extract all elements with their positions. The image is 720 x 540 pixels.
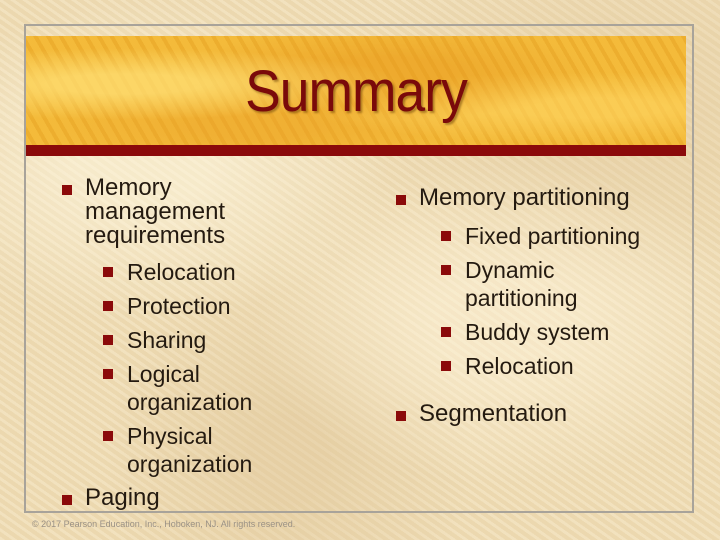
square-bullet-icon xyxy=(103,369,113,379)
sublist-item-label: Fixed partitioning xyxy=(465,223,641,249)
sublist-item: Fixed partitioning xyxy=(438,222,692,250)
sublist-memory-partitioning: Fixed partitioning Dynamic partitioning … xyxy=(438,222,692,380)
sublist-item-label: Protection xyxy=(127,293,231,319)
square-bullet-icon xyxy=(441,265,451,275)
copyright-footer: © 2017 Pearson Education, Inc., Hoboken,… xyxy=(32,519,296,529)
square-bullet-icon xyxy=(62,495,72,505)
sublist-item-label: Buddy system xyxy=(465,319,610,345)
sublist-item-label: Logical organization xyxy=(127,361,253,415)
list-item-label: Memory management requirements xyxy=(85,174,226,249)
sublist-item-label: Relocation xyxy=(127,259,236,285)
slide-title: Summary xyxy=(245,59,468,124)
sublist-item-label: Physical organization xyxy=(127,423,253,477)
sublist-item: Dynamic partitioning xyxy=(438,256,692,312)
list-item-label: Segmentation xyxy=(419,400,568,427)
list-item-segmentation: Segmentation xyxy=(392,402,692,426)
right-column: Memory partitioning Fixed partitioning D… xyxy=(392,186,692,426)
square-bullet-icon xyxy=(441,231,451,241)
left-column: Memory management requirements Relocatio… xyxy=(58,176,318,510)
sublist-item: Sharing xyxy=(100,326,318,354)
sublist-item-label: Relocation xyxy=(465,353,574,379)
square-bullet-icon xyxy=(103,431,113,441)
list-item-memory-partitioning: Memory partitioning xyxy=(392,186,692,210)
square-bullet-icon xyxy=(103,335,113,345)
sublist-item: Relocation xyxy=(100,258,318,286)
title-underline-bar xyxy=(26,145,686,156)
sublist-item: Protection xyxy=(100,292,318,320)
sublist-item: Logical organization xyxy=(100,360,318,416)
list-item-paging: Paging xyxy=(58,486,318,510)
list-item-label: Paging xyxy=(85,484,160,511)
title-banner: Summary xyxy=(26,36,686,156)
square-bullet-icon xyxy=(62,185,72,195)
square-bullet-icon xyxy=(103,301,113,311)
sublist-item: Buddy system xyxy=(438,318,692,346)
sublist-item-label: Dynamic partitioning xyxy=(465,257,578,311)
list-item-memory-management: Memory management requirements xyxy=(58,176,318,248)
list-item-label: Memory partitioning xyxy=(419,184,630,211)
square-bullet-icon xyxy=(441,327,451,337)
square-bullet-icon xyxy=(103,267,113,277)
square-bullet-icon xyxy=(396,195,406,205)
sublist-item-label: Sharing xyxy=(127,327,207,353)
square-bullet-icon xyxy=(396,411,406,421)
sublist-item: Physical organization xyxy=(100,422,318,478)
square-bullet-icon xyxy=(441,361,451,371)
sublist-memory-management: Relocation Protection Sharing Logical or… xyxy=(100,258,318,478)
sublist-item: Relocation xyxy=(438,352,692,380)
